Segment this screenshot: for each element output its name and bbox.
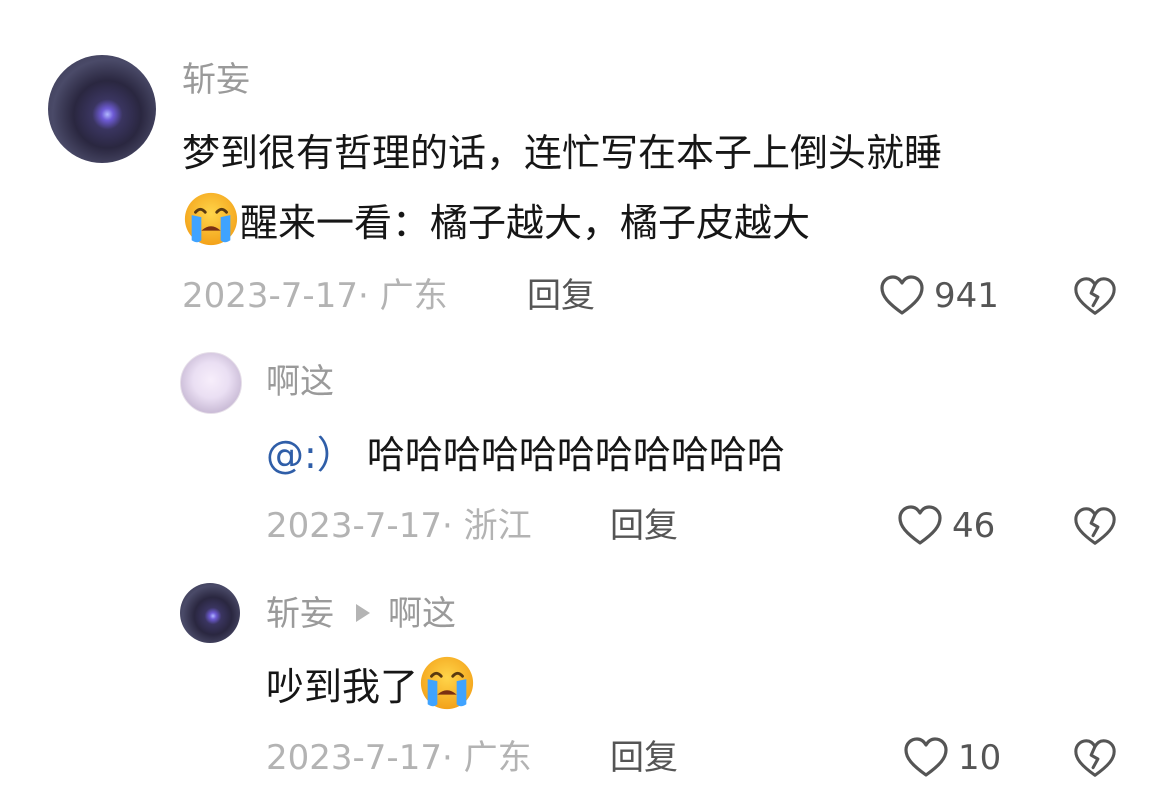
heart-icon <box>896 502 944 550</box>
comment-text-body: 哈哈哈哈哈哈哈哈哈哈哈 <box>366 433 785 477</box>
reply-to-username[interactable]: 啊这 <box>388 594 456 634</box>
broken-heart-icon[interactable] <box>1072 274 1118 320</box>
avatar[interactable] <box>48 55 156 163</box>
reply-button[interactable]: 回复 <box>610 738 678 778</box>
comment-username[interactable]: 啊这 <box>266 362 334 402</box>
avatar[interactable] <box>180 352 242 414</box>
heart-icon <box>902 734 950 782</box>
crying-face-icon <box>182 190 240 248</box>
crying-face-icon <box>418 654 476 712</box>
reply-arrow-icon <box>356 604 370 622</box>
avatar[interactable] <box>180 583 240 643</box>
reply-button[interactable]: 回复 <box>610 506 678 546</box>
comment-text: @:） 哈哈哈哈哈哈哈哈哈哈哈 <box>266 420 785 490</box>
comment-username[interactable]: 斩妄 <box>266 594 334 634</box>
comment-date-location: 2023-7-17· 广东 <box>182 276 448 316</box>
like-button[interactable]: 46 <box>896 504 995 548</box>
comment-date-location: 2023-7-17· 广东 <box>266 738 532 778</box>
mention-link[interactable]: @:） <box>266 433 355 477</box>
comment-username[interactable]: 斩妄 <box>182 60 250 100</box>
comment-date-location: 2023-7-17· 浙江 <box>266 506 532 546</box>
comment-text-line1: 梦到很有哲理的话，连忙写在本子上倒头就睡 <box>182 131 943 175</box>
comment-username-row: 斩妄 啊这 <box>266 594 456 634</box>
broken-heart-icon[interactable] <box>1072 736 1118 782</box>
comment-text-line2: 醒来一看：橘子越大，橘子皮越大 <box>240 201 811 245</box>
heart-icon <box>878 272 926 320</box>
comment-text: 梦到很有哲理的话，连忙写在本子上倒头就睡 <box>182 118 942 188</box>
comment-text-body: 吵到我了 <box>266 665 419 709</box>
like-count: 10 <box>958 738 1002 778</box>
like-button[interactable]: 10 <box>902 736 1001 780</box>
comment-text-line2-row: 醒来一看：橘子越大，橘子皮越大 <box>182 188 810 258</box>
broken-heart-icon[interactable] <box>1072 504 1118 550</box>
reply-button[interactable]: 回复 <box>527 276 595 316</box>
comment-text: 吵到我了 <box>266 652 476 722</box>
like-button[interactable]: 941 <box>878 274 999 318</box>
like-count: 941 <box>934 276 999 316</box>
like-count: 46 <box>952 506 996 546</box>
